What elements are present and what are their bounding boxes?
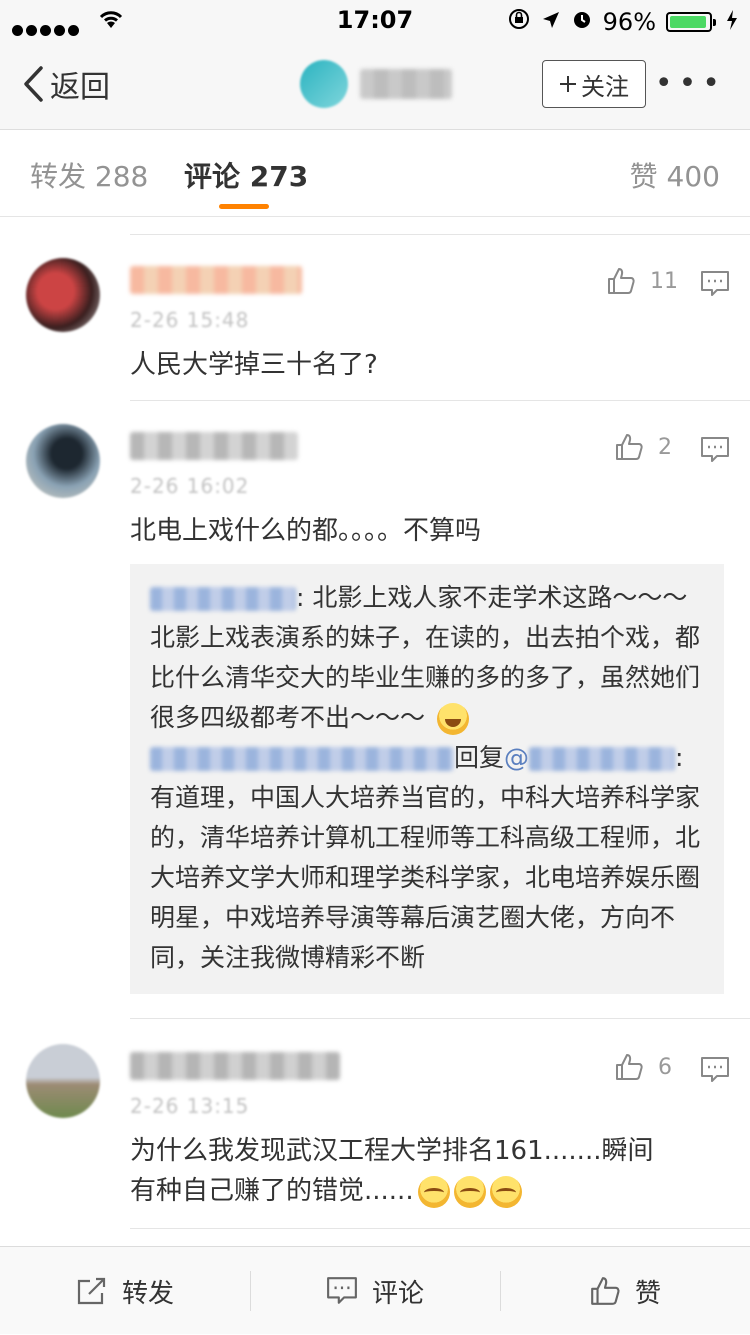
back-label: 返回 (50, 70, 110, 105)
tab-bar: 转发 288 评论 273 赞 400 (0, 131, 750, 217)
comment-bubble-icon[interactable] (700, 270, 730, 298)
like-label: 赞 (634, 1278, 661, 1309)
like-button[interactable]: 11 (606, 266, 678, 296)
like-count: 6 (658, 1054, 672, 1080)
alarm-icon (571, 8, 593, 36)
author-avatar[interactable] (300, 60, 348, 108)
comment-text: 人民大学掉三十名了? (130, 350, 378, 380)
repost-button[interactable]: 转发 (0, 1247, 250, 1335)
comment-button[interactable]: 评论 (250, 1247, 500, 1335)
tab-repost-label: 转发 (30, 160, 87, 193)
comment-text: 北电上戏什么的都。。。。不算吗 (130, 516, 482, 546)
share-icon (77, 1277, 106, 1305)
follow-button[interactable]: 关注 (542, 60, 646, 108)
reply-item: 回复@:有道理，中国人大培养当官的，中科大培养科学家的，清华培养计算机工程师等工… (150, 738, 704, 978)
like-button[interactable]: 2 (614, 432, 672, 462)
repost-label: 转发 (121, 1278, 174, 1309)
comment-bubble-icon[interactable] (700, 436, 730, 464)
cry-emoji (453, 1175, 486, 1208)
tab-repost[interactable]: 转发 288 (30, 155, 148, 195)
username[interactable] (130, 266, 302, 294)
more-icon[interactable]: ••• (655, 66, 726, 101)
back-button[interactable]: 返回 (22, 62, 110, 106)
divider (130, 400, 750, 401)
avatar[interactable] (26, 1044, 100, 1118)
back-chevron-icon (24, 66, 43, 102)
author-name (360, 69, 452, 99)
comment-text-line: 为什么我发现武汉工程大学排名161.......瞬间 (130, 1136, 654, 1166)
battery-icon (666, 12, 716, 32)
username[interactable] (130, 1052, 340, 1080)
battery-percent: 96% (602, 8, 656, 36)
tab-likes-label: 赞 (629, 160, 658, 193)
tab-comments-count: 273 (249, 160, 309, 193)
divider (130, 1018, 750, 1019)
comment-time: 2-26 16:02 (130, 474, 250, 498)
laugh-emoji (436, 703, 469, 735)
mention-at[interactable]: @ (504, 743, 529, 772)
mention-username[interactable] (529, 747, 676, 771)
plus-icon (560, 76, 576, 92)
comment-text-line: 有种自己赚了的错觉...... (130, 1171, 720, 1211)
author-header[interactable] (300, 60, 452, 108)
avatar[interactable] (26, 258, 100, 332)
follow-label: 关注 (581, 72, 629, 101)
reply-item: : 北影上戏人家不走学术这路～～～ 北影上戏表演系的妹子，在读的，出去拍个戏，都… (150, 578, 704, 738)
reply-username[interactable] (150, 587, 296, 611)
thumb-up-icon (591, 1277, 620, 1305)
comment-bubble-icon[interactable] (700, 1056, 730, 1084)
charging-icon (726, 8, 738, 36)
like-button[interactable]: 6 (614, 1052, 672, 1082)
cry-emoji (417, 1175, 450, 1208)
reply-word: 回复 (454, 743, 505, 772)
reply-username[interactable] (150, 747, 454, 771)
like-count: 2 (658, 434, 672, 460)
comment-bubble-icon (327, 1277, 357, 1304)
reply-thread[interactable]: : 北影上戏人家不走学术这路～～～ 北影上戏表演系的妹子，在读的，出去拍个戏，都… (130, 564, 724, 994)
thumb-up-icon (616, 1054, 643, 1080)
comment-label: 评论 (371, 1278, 424, 1309)
thumb-up-icon (616, 434, 643, 460)
status-bar: 17:07 96% (0, 0, 750, 40)
list-top-divider (130, 234, 750, 235)
tab-comments-label: 评论 (184, 160, 241, 193)
like-post-button[interactable]: 赞 (500, 1247, 750, 1335)
reply-text: :有道理，中国人大培养当官的，中科大培养科学家的，清华培养计算机工程师等工科高级… (150, 743, 701, 972)
comment-time: 2-26 15:48 (130, 308, 250, 332)
tab-likes-count: 400 (666, 160, 720, 193)
cry-emoji (489, 1175, 522, 1208)
tab-comments[interactable]: 评论 273 (184, 155, 308, 195)
divider (130, 1228, 750, 1229)
comment-time: 2-26 13:15 (130, 1094, 250, 1118)
tab-repost-count: 288 (94, 160, 149, 193)
comment-list[interactable]: 2-26 15:48 11 人民大学掉三十名了? 2-26 16:02 2 北电… (0, 218, 750, 1246)
rotation-lock-icon (507, 7, 531, 37)
tab-likes[interactable]: 赞 400 (630, 155, 720, 195)
location-arrow-icon (541, 8, 561, 36)
navigation-bar: 返回 关注 ••• (0, 40, 750, 130)
like-count: 11 (650, 268, 678, 294)
comment-text: 为什么我发现武汉工程大学排名161.......瞬间 有种自己赚了的错觉....… (130, 1131, 720, 1211)
bottom-toolbar: 转发 评论 赞 (0, 1246, 750, 1334)
thumb-up-icon (608, 268, 635, 294)
username[interactable] (130, 432, 298, 460)
avatar[interactable] (26, 424, 100, 498)
active-tab-indicator (219, 204, 269, 209)
